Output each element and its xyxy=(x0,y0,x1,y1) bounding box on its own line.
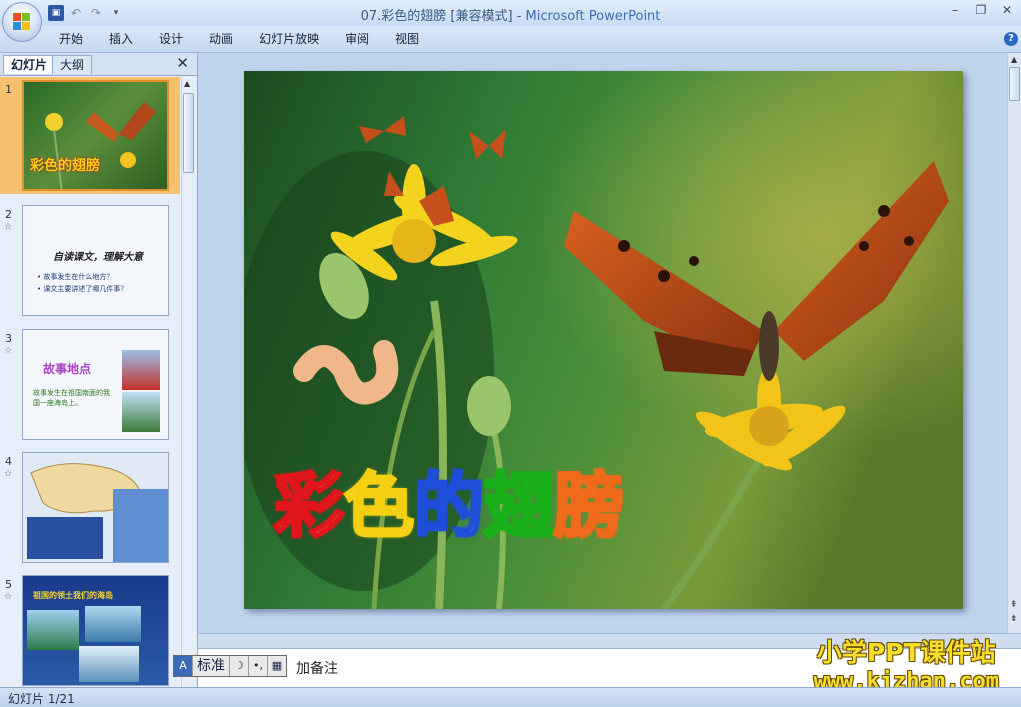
app-name: Microsoft PowerPoint xyxy=(525,9,661,24)
pane-scrollbar[interactable]: ▲ xyxy=(181,77,196,687)
office-logo-icon xyxy=(13,13,31,31)
title-bar: ▣ ↶ ↷ ▾ 07.彩色的翅膀 [兼容模式] - Microsoft Powe… xyxy=(0,0,1021,42)
thumb-bullet: • 故事发生在什么地方？ xyxy=(37,273,114,281)
slide-preview: 彩色的翅膀 xyxy=(22,80,169,191)
thumb-text: 故事发生在祖国南面的我国一座海岛上。 xyxy=(33,389,110,407)
next-slide-icon[interactable]: ⇟ xyxy=(1010,615,1018,624)
animation-star-icon: ☆ xyxy=(4,222,13,232)
animation-star-icon: ☆ xyxy=(4,592,13,602)
slide-preview: 自读课文，理解大意 • 故事发生在什么地方？ • 课文主要讲述了哪几件事？ xyxy=(22,205,169,316)
moon-icon[interactable]: ☽ xyxy=(230,656,249,676)
slides-pane: 幻灯片 大纲 ✕ 1 彩色的翅膀 2 ☆ 自读课文，理解大意 • 故事发生在什么… xyxy=(0,53,198,687)
editor-scrollbar[interactable]: ▲ ⇞ ⇟ xyxy=(1007,53,1021,633)
restore-icon[interactable]: ❐ xyxy=(973,3,989,17)
slide-editor: 彩 色 的 翅 膀 xyxy=(198,53,1007,633)
boat-photo xyxy=(122,350,160,390)
slide-title[interactable]: 彩 色 的 翅 膀 xyxy=(273,465,626,547)
ribbon: 开始 插入 设计 动画 幻灯片放映 审阅 视图 ? xyxy=(0,26,1021,53)
punctuation-icon[interactable]: •, xyxy=(249,656,268,676)
slide-number: 1 xyxy=(5,83,12,96)
title-char: 彩 xyxy=(273,465,346,547)
thumbnail-slide-5[interactable]: 5 ☆ 祖国的领土我们的海岛 xyxy=(0,572,180,687)
close-pane-icon[interactable]: ✕ xyxy=(176,54,189,72)
close-icon[interactable]: ✕ xyxy=(999,3,1015,17)
current-slide[interactable]: 彩 色 的 翅 膀 xyxy=(244,71,963,609)
sea-photo xyxy=(85,606,141,642)
title-char: 翅 xyxy=(483,465,556,547)
scroll-thumb[interactable] xyxy=(183,93,194,173)
thumb-title: 祖国的领土我们的海岛 xyxy=(33,591,113,600)
title-char: 膀 xyxy=(553,465,626,547)
tab-outline[interactable]: 大纲 xyxy=(52,55,93,74)
map-thumb-image xyxy=(27,463,168,562)
tab-design[interactable]: 设计 xyxy=(146,31,196,47)
minimize-icon[interactable]: – xyxy=(947,3,963,17)
thumbnail-slide-1[interactable]: 1 彩色的翅膀 xyxy=(0,77,180,194)
coast-photo xyxy=(79,646,139,682)
previous-slide-icon[interactable]: ⇞ xyxy=(1010,601,1018,610)
window-title: 07.彩色的翅膀 [兼容模式] - Microsoft PowerPoint xyxy=(0,5,1021,24)
thumb-title: 彩色的翅膀 xyxy=(30,158,100,174)
thumb-title: 故事地点 xyxy=(43,362,92,376)
office-button[interactable] xyxy=(2,2,42,42)
ribbon-tabs: 开始 插入 设计 动画 幻灯片放映 审阅 视图 xyxy=(46,31,432,47)
notes-placeholder[interactable]: 加备注 xyxy=(296,658,338,678)
animation-star-icon: ☆ xyxy=(4,469,13,479)
ime-logo-icon[interactable]: A xyxy=(174,656,193,676)
island-photo xyxy=(27,610,79,650)
document-title: 07.彩色的翅膀 [兼容模式] - xyxy=(360,9,526,24)
title-char: 的 xyxy=(413,465,486,547)
tab-animations[interactable]: 动画 xyxy=(196,31,246,47)
help-icon[interactable]: ? xyxy=(1004,32,1018,46)
thumbnail-slide-4[interactable]: 4 ☆ xyxy=(0,449,180,567)
thumbnail-slide-3[interactable]: 3 ☆ 故事地点 故事发生在祖国南面的我国一座海岛上。 xyxy=(0,326,180,444)
tab-home[interactable]: 开始 xyxy=(46,31,96,47)
slide-preview xyxy=(22,452,169,563)
window-controls: – ❐ ✕ xyxy=(947,3,1015,17)
status-bar: 幻灯片 1/21 xyxy=(0,687,1021,707)
slide-counter: 幻灯片 1/21 xyxy=(8,692,75,706)
animation-star-icon: ☆ xyxy=(4,346,13,356)
keyboard-icon[interactable]: ▦ xyxy=(268,656,286,676)
tab-insert[interactable]: 插入 xyxy=(96,31,146,47)
ime-toolbar[interactable]: A 标准 ☽ •, ▦ xyxy=(173,655,287,677)
tab-slides[interactable]: 幻灯片 xyxy=(3,55,56,74)
thumb-bullet: • 课文主要讲述了哪几件事？ xyxy=(37,285,128,293)
slide-number: 3 xyxy=(5,332,12,345)
watermark-title: 小学PPT课件站 xyxy=(816,638,996,667)
slide-number: 2 xyxy=(5,208,12,221)
slide-preview: 祖国的领土我们的海岛 xyxy=(22,575,169,686)
tab-review[interactable]: 审阅 xyxy=(332,31,382,47)
island-photo xyxy=(122,392,160,432)
title-char: 色 xyxy=(343,465,416,547)
pane-tabs: 幻灯片 大纲 ✕ xyxy=(0,53,197,76)
slide-number: 4 xyxy=(5,455,12,468)
thumbnail-slide-2[interactable]: 2 ☆ 自读课文，理解大意 • 故事发生在什么地方？ • 课文主要讲述了哪几件事… xyxy=(0,202,180,320)
scroll-up-icon[interactable]: ▲ xyxy=(184,79,190,88)
tab-slideshow[interactable]: 幻灯片放映 xyxy=(246,31,332,47)
scroll-thumb[interactable] xyxy=(1009,67,1020,101)
slide-preview: 故事地点 故事发生在祖国南面的我国一座海岛上。 xyxy=(22,329,169,440)
ime-mode-label[interactable]: 标准 xyxy=(193,656,230,676)
tab-view[interactable]: 视图 xyxy=(382,31,432,47)
scroll-up-icon[interactable]: ▲ xyxy=(1011,55,1017,64)
slide-number: 5 xyxy=(5,578,12,591)
thumb-title: 自读课文，理解大意 xyxy=(53,252,143,263)
